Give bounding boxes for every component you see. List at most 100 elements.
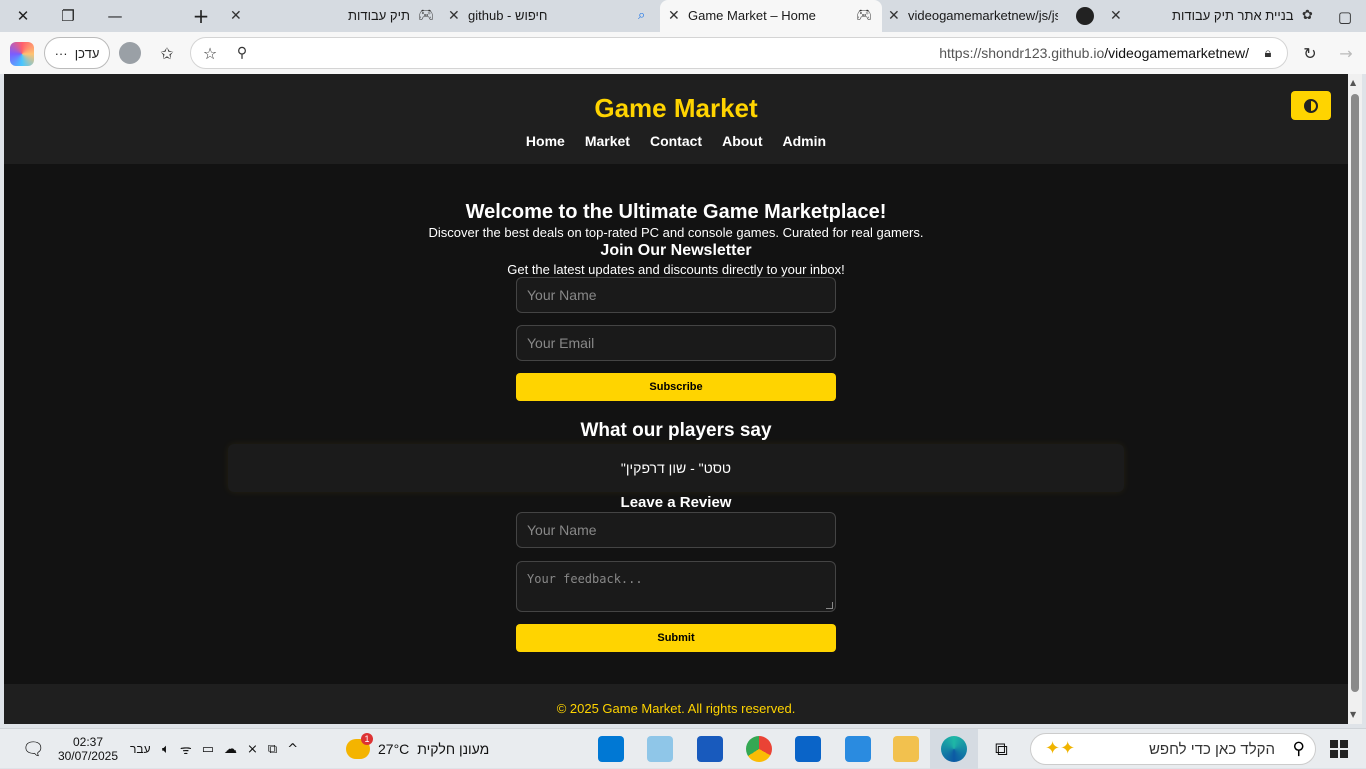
close-window-icon[interactable]: ✕ — [11, 4, 35, 28]
newsletter-heading: Join Our Newsletter — [600, 242, 752, 259]
taskbar: 🗨︎ 02:37 30/07/2025 עבר 🔈︎ ᯤ ▭ ☁︎ ⨯ ⧉ ^ … — [0, 728, 1366, 769]
tab-strip: ✕ ❐ — + ✕ תיק עבודות 🎮︎ ✕ github - חיפוש… — [0, 0, 1366, 32]
restore-window-icon[interactable]: ❐ — [56, 4, 80, 28]
forward-icon[interactable]: → — [1333, 40, 1359, 66]
taskbar-search[interactable]: ✦✦ הקלד כאן כדי לחפש ⚲ — [1030, 733, 1316, 765]
scroll-down-icon[interactable]: ▼ — [1350, 710, 1356, 719]
welcome-text: Discover the best deals on top-rated PC … — [428, 225, 924, 240]
url-field[interactable]: ☆ ⚲ https://shondr123.github.io/videogam… — [190, 37, 1288, 69]
subscribe-button[interactable]: Subscribe — [516, 373, 836, 401]
reviews-heading: What our players say — [580, 420, 772, 441]
temperature: 27°C — [378, 741, 410, 757]
volume-icon[interactable]: 🔈︎ — [162, 742, 170, 757]
page-scrollbar[interactable]: ▲ ▼ — [1348, 74, 1362, 724]
close-tab-icon[interactable]: ✕ — [668, 8, 680, 24]
welcome-heading: Welcome to the Ultimate Game Marketplace… — [465, 201, 887, 223]
nav-home[interactable]: Home — [526, 133, 565, 149]
theme-toggle-button[interactable] — [1291, 91, 1331, 120]
weather-badge: 1 — [361, 733, 373, 745]
weather-text: מעונן חלקית — [417, 741, 490, 757]
more-icon: ··· — [54, 45, 68, 61]
copilot-icon[interactable] — [10, 42, 34, 66]
main-nav: Home Market Contact About Admin — [4, 133, 1348, 149]
site-header: Game Market Home Market Contact About Ad… — [4, 74, 1348, 164]
minimize-window-icon[interactable]: — — [103, 4, 127, 28]
outlook-icon[interactable] — [795, 736, 821, 762]
tab-github-json[interactable]: ✕ videogamemarketnew/js/json — [882, 0, 1106, 32]
edge-active-slot[interactable] — [930, 729, 978, 769]
lock-icon[interactable]: 🔒︎ — [1255, 40, 1281, 66]
gamepad-icon: 🎮︎ — [856, 8, 873, 23]
submit-review-button[interactable]: Submit — [516, 624, 836, 652]
start-icon[interactable] — [1330, 740, 1348, 758]
close-tab-icon[interactable]: ✕ — [448, 8, 460, 24]
contrast-icon — [1304, 98, 1318, 113]
tab-title: github - חיפוש — [468, 8, 548, 23]
favorites-icon[interactable]: ✩ — [154, 40, 180, 66]
clock-date: 30/07/2025 — [57, 749, 118, 763]
site-title: Game Market — [594, 93, 758, 123]
github-icon — [1076, 7, 1094, 25]
network-off-icon[interactable]: ⨯ — [247, 742, 258, 757]
gamepad-icon: 🎮︎ — [418, 8, 435, 23]
newsletter-text: Get the latest updates and discounts dir… — [507, 262, 845, 277]
task-view-icon[interactable]: ⧉ — [995, 735, 1008, 763]
search-placeholder: הקלד כאן כדי לחפש — [1148, 741, 1275, 758]
page-viewport: Game Market Home Market Contact About Ad… — [4, 74, 1348, 724]
close-tab-icon[interactable]: ✕ — [1110, 8, 1122, 24]
store-icon[interactable] — [845, 736, 871, 762]
star-icon[interactable]: ☆ — [197, 40, 223, 66]
battery-icon[interactable]: ▭ — [202, 742, 214, 757]
wifi-icon[interactable]: ᯤ — [180, 740, 192, 758]
close-tab-icon[interactable]: ✕ — [230, 8, 242, 24]
system-tray: 🔈︎ ᯤ ▭ ☁︎ ⨯ ⧉ ^ — [162, 735, 298, 763]
site-footer: © 2025 Game Market. All rights reserved. — [4, 684, 1348, 724]
chatgpt-icon: ✿ — [1302, 8, 1313, 23]
update-label: עדכן — [74, 45, 100, 61]
nav-about[interactable]: About — [722, 133, 762, 149]
notifications-icon[interactable]: 🗨︎ — [22, 735, 45, 763]
tab-title: תיק עבודות — [348, 8, 410, 23]
file-explorer-icon[interactable] — [893, 736, 919, 762]
clock[interactable]: 02:37 30/07/2025 — [58, 731, 118, 767]
chrome-icon[interactable] — [746, 736, 772, 762]
tab-portfolio[interactable]: ✕ תיק עבודות 🎮︎ — [222, 0, 442, 32]
scroll-up-icon[interactable]: ▲ — [1350, 78, 1356, 87]
nav-contact[interactable]: Contact — [650, 133, 702, 149]
newsletter-email-input[interactable]: Your Email — [516, 325, 836, 361]
search-icon: ⌕ — [638, 8, 646, 23]
scrollbar-thumb[interactable] — [1351, 94, 1359, 692]
avatar[interactable] — [117, 40, 143, 66]
chevron-up-icon[interactable]: ^ — [287, 742, 298, 757]
tab-github-search[interactable]: ✕ github - חיפוש ⌕ — [442, 0, 660, 32]
new-tab-button[interactable]: + — [189, 4, 213, 28]
camera-icon[interactable]: ⧉ — [268, 742, 277, 757]
tab-build-portfolio[interactable]: ✕ בניית אתר תיק עבודות ✿ — [1106, 0, 1322, 32]
close-tab-icon[interactable]: ✕ — [888, 8, 900, 24]
refresh-icon[interactable]: ↻ — [1297, 40, 1323, 66]
tab-title: videogamemarketnew/js/json — [908, 8, 1058, 23]
tab-actions-icon[interactable]: ▢ — [1333, 5, 1357, 29]
language-indicator[interactable]: עבר — [130, 735, 151, 763]
review-text: "טסט" - שון דרפקין — [620, 460, 732, 476]
edge-icon[interactable] — [941, 736, 967, 762]
review-feedback-textarea[interactable]: Your feedback... — [516, 561, 836, 612]
newsletter-name-input[interactable]: Your Name — [516, 277, 836, 313]
word-icon[interactable] — [697, 736, 723, 762]
tab-game-market[interactable]: ✕ Game Market – Home 🎮︎ — [660, 0, 882, 32]
onedrive-icon[interactable]: ☁︎ — [224, 742, 237, 757]
nav-admin[interactable]: Admin — [783, 133, 827, 149]
tab-title: בניית אתר תיק עבודות — [1172, 8, 1294, 23]
address-bar-row: ··· עדכן ✩ ☆ ⚲ https://shondr123.github.… — [0, 32, 1366, 74]
tab-title: Game Market – Home — [688, 8, 816, 23]
weather-widget[interactable]: 1 27°C מעונן חלקית — [346, 733, 490, 763]
vscode-icon[interactable] — [598, 736, 624, 762]
search-icon: ⚲ — [1292, 739, 1305, 759]
notepad-icon[interactable] — [647, 736, 673, 762]
sparkle-icon: ✦✦ — [1045, 738, 1076, 759]
review-name-input[interactable]: Your Name — [516, 512, 836, 548]
zoom-search-icon[interactable]: ⚲ — [229, 40, 255, 66]
nav-market[interactable]: Market — [585, 133, 630, 149]
update-button[interactable]: ··· עדכן — [44, 37, 110, 69]
weather-icon: 1 — [346, 733, 373, 759]
